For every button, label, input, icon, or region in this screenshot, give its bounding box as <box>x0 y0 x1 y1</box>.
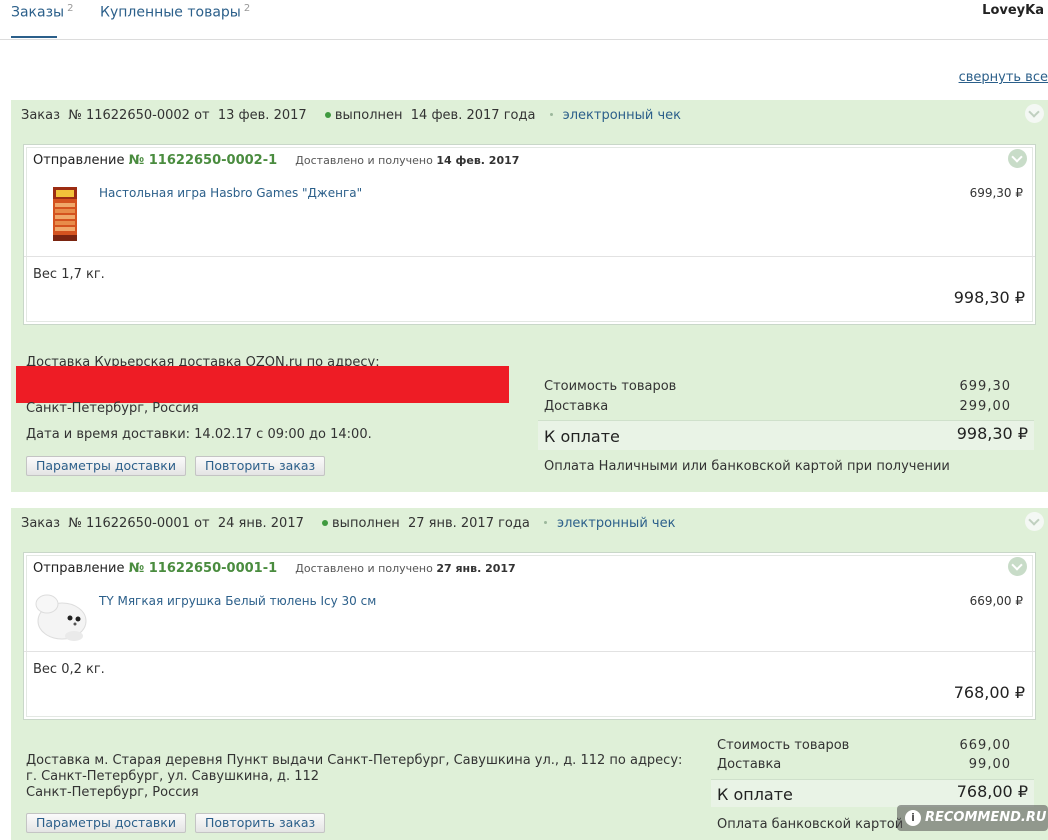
order-prefix: Заказ <box>21 108 61 123</box>
order-card: Заказ № 11622650-0001 от 24 янв. 2017 вы… <box>11 508 1048 840</box>
product-name-link[interactable]: TY Мягкая игрушка Белый тюлень Icy 30 см <box>99 594 376 608</box>
chevron-down-icon[interactable] <box>1008 149 1027 168</box>
delivery-cost-value: 299,00 <box>959 399 1011 414</box>
separator-dot-icon <box>543 521 547 524</box>
order-from: от <box>194 516 210 531</box>
shipment-number: № 11622650-0001-1 <box>128 561 278 576</box>
order-status: выполнен <box>332 516 400 531</box>
delivery-cost-label: Доставка <box>717 757 782 772</box>
goods-cost-label: Стоимость товаров <box>717 738 850 753</box>
tab-orders-label: Заказы <box>11 4 65 21</box>
recommend-logo-icon: i <box>905 810 921 826</box>
shipment-header: Отправление № 11622650-0001-1 Доставлено… <box>33 561 516 576</box>
status-dot-icon <box>322 520 329 526</box>
order-number: № 11622650-0002 <box>68 108 190 123</box>
order-status: выполнен <box>334 108 403 123</box>
delivery-cost-label: Доставка <box>544 399 609 414</box>
shipment-weight: Вес 0,2 кг. <box>33 662 105 677</box>
e-receipt-link[interactable]: электронный чек <box>557 516 675 531</box>
order-status-date: 27 янв. 2017 года <box>407 516 530 531</box>
chevron-down-icon[interactable] <box>1008 557 1027 576</box>
shipment-status-text: Доставлено и получено <box>295 154 433 167</box>
repeat-order-button[interactable]: Повторить заказ <box>195 456 326 476</box>
shipment-status: Доставлено и получено 27 янв. 2017 <box>295 562 515 575</box>
redacted-address <box>16 366 509 403</box>
order-from: от <box>194 108 210 123</box>
chevron-down-icon[interactable] <box>1025 512 1044 531</box>
to-pay-label: К оплате <box>544 427 620 446</box>
order-header: Заказ № 11622650-0001 от 24 янв. 2017 вы… <box>21 516 675 531</box>
goods-cost-value: 699,30 <box>959 379 1011 394</box>
shipment-card: Отправление № 11622650-0001-1 Доставлено… <box>23 552 1036 720</box>
order-card: Заказ № 11622650-0002 от 13 фев. 2017 вы… <box>11 100 1048 492</box>
delivery-city: Санкт-Петербург, Россия <box>26 785 199 800</box>
tab-orders[interactable]: Заказы 2 <box>11 3 74 38</box>
order-status-date: 14 фев. 2017 года <box>410 108 536 123</box>
watermark-text: RECOMMEND.RU <box>925 810 1047 825</box>
separator-dot-icon <box>549 113 553 116</box>
delivery-city: Санкт-Петербург, Россия <box>26 401 199 416</box>
top-tabs: Заказы 2 Купленные товары 2 LoveyKa <box>0 0 1048 40</box>
shipment-number: № 11622650-0002-1 <box>128 153 278 168</box>
tab-purchased-count: 2 <box>243 3 251 14</box>
shipment-inner <box>26 147 1033 322</box>
seal-toy-image[interactable] <box>32 591 92 643</box>
collapse-all-link[interactable]: свернуть все <box>959 70 1048 85</box>
payment-method: Оплата банковской картой <box>717 817 904 832</box>
chevron-down-icon[interactable] <box>1025 104 1044 123</box>
divider <box>24 651 1035 652</box>
shipment-total: 998,30 ₽ <box>953 288 1025 307</box>
product-price: 669,00 ₽ <box>969 594 1023 608</box>
tab-purchased[interactable]: Купленные товары 2 <box>100 3 250 21</box>
to-pay-box: К оплате 998,30 ₽ <box>538 420 1034 450</box>
order-date: 24 янв. 2017 <box>217 516 304 531</box>
order-prefix: Заказ <box>21 516 61 531</box>
shipment-status-date: 27 янв. 2017 <box>436 562 516 575</box>
delivery-params-button[interactable]: Параметры доставки <box>26 456 186 476</box>
tab-orders-count: 2 <box>67 3 74 14</box>
shipment-status: Доставлено и получено 14 фев. 2017 <box>295 154 519 167</box>
delivery-params-button[interactable]: Параметры доставки <box>26 813 186 833</box>
delivery-datetime: Дата и время доставки: 14.02.17 с 09:00 … <box>26 427 372 442</box>
shipment-card: Отправление № 11622650-0002-1 Доставлено… <box>23 144 1036 325</box>
shipment-total: 768,00 ₽ <box>953 683 1025 702</box>
to-pay-label: К оплате <box>717 785 793 804</box>
shipment-weight: Вес 1,7 кг. <box>33 267 105 282</box>
goods-cost-label: Стоимость товаров <box>544 379 677 394</box>
delivery-cost-value: 99,00 <box>968 757 1011 772</box>
goods-cost-value: 669,00 <box>959 738 1011 753</box>
order-header: Заказ № 11622650-0002 от 13 фев. 2017 вы… <box>21 108 681 123</box>
to-pay-value: 998,30 ₽ <box>956 424 1028 443</box>
to-pay-value: 768,00 ₽ <box>956 782 1028 801</box>
to-pay-box: К оплате 768,00 ₽ <box>711 779 1034 807</box>
order-number: № 11622650-0001 <box>68 516 190 531</box>
shipment-status-text: Доставлено и получено <box>295 562 433 575</box>
order-date: 13 фев. 2017 <box>217 108 307 123</box>
e-receipt-link[interactable]: электронный чек <box>563 108 681 123</box>
username[interactable]: LoveyKa <box>982 3 1044 18</box>
divider <box>24 256 1035 257</box>
status-dot-icon <box>324 112 331 118</box>
shipment-status-date: 14 фев. 2017 <box>436 154 520 167</box>
shipment-label: Отправление <box>33 153 125 168</box>
payment-method: Оплата Наличными или банковской картой п… <box>544 459 950 474</box>
tab-purchased-label: Купленные товары <box>100 4 241 21</box>
repeat-order-button[interactable]: Повторить заказ <box>195 813 326 833</box>
shipment-header: Отправление № 11622650-0002-1 Доставлено… <box>33 153 519 168</box>
product-name-link[interactable]: Настольная игра Hasbro Games "Дженга" <box>99 186 362 200</box>
shipment-inner <box>26 555 1033 717</box>
jenga-box-image[interactable] <box>46 185 84 243</box>
shipment-label: Отправление <box>33 561 125 576</box>
watermark: i RECOMMEND.RU <box>897 805 1048 831</box>
product-price: 699,30 ₽ <box>969 186 1023 200</box>
